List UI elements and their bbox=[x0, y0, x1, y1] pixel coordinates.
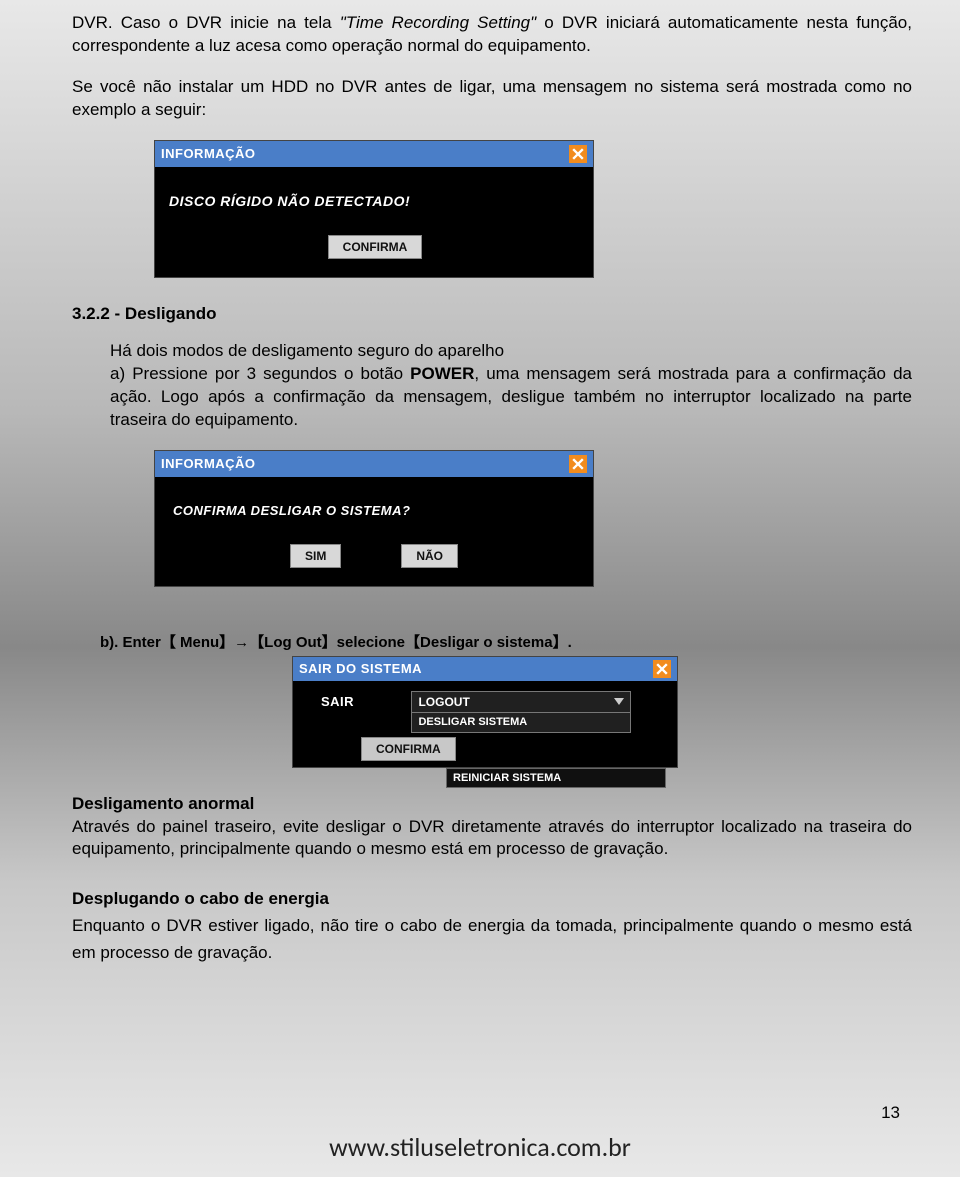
heading-322: 3.2.2 - Desligando bbox=[72, 304, 912, 324]
dialog3-title: SAIR DO SISTEMA bbox=[299, 661, 422, 676]
step-b-text: b). Enter【 Menu】→【Log Out】selecione【Desl… bbox=[100, 631, 912, 652]
desligando-line2-pre: a) Pressione por 3 segundos o botão bbox=[110, 364, 410, 383]
intro-paragraph-2: Se você não instalar um HDD no DVR antes… bbox=[72, 76, 912, 122]
sair-dropdown[interactable]: LOGOUT DESLIGAR SISTEMA bbox=[411, 691, 631, 733]
close-icon[interactable] bbox=[653, 660, 671, 678]
p1-italic: "Time Recording Setting" bbox=[340, 13, 536, 32]
dialog2-body: CONFIRMA DESLIGAR O SISTEMA? SIM NÃO bbox=[155, 477, 593, 586]
desligando-text: Há dois modos de desligamento seguro do … bbox=[110, 340, 912, 432]
dialog2-titlebar: INFORMAÇÃO bbox=[155, 451, 593, 477]
abnormal-heading: Desligamento anormal bbox=[72, 794, 912, 814]
power-word: POWER bbox=[410, 364, 474, 383]
dropdown-option-desligar[interactable]: DESLIGAR SISTEMA bbox=[411, 713, 631, 733]
dialog2-title: INFORMAÇÃO bbox=[161, 456, 256, 471]
close-icon[interactable] bbox=[569, 455, 587, 473]
page-number: 13 bbox=[881, 1103, 900, 1123]
chevron-down-icon bbox=[614, 695, 624, 709]
confirm-button[interactable]: CONFIRMA bbox=[361, 737, 456, 761]
no-button[interactable]: NÃO bbox=[401, 544, 458, 568]
unplug-body: Enquanto o DVR estiver ligado, não tire … bbox=[72, 913, 912, 966]
dialog-info-hdd: INFORMAÇÃO DISCO RÍGIDO NÃO DETECTADO! C… bbox=[154, 140, 594, 278]
footer-url: www.stiluseletronica.com.br bbox=[0, 1131, 960, 1163]
dialog1-title: INFORMAÇÃO bbox=[161, 146, 256, 161]
dialog-sair-sistema: SAIR DO SISTEMA SAIR LOGOUT bbox=[292, 656, 678, 768]
dialog1-titlebar: INFORMAÇÃO bbox=[155, 141, 593, 167]
dialog1-message: DISCO RÍGIDO NÃO DETECTADO! bbox=[169, 193, 581, 209]
dialog1-body: DISCO RÍGIDO NÃO DETECTADO! CONFIRMA bbox=[155, 167, 593, 277]
intro-paragraph-1: DVR. Caso o DVR inicie na tela "Time Rec… bbox=[72, 12, 912, 58]
dropdown-option-reiniciar[interactable]: REINICIAR SISTEMA bbox=[446, 768, 666, 788]
abnormal-body: Através do painel traseiro, evite deslig… bbox=[72, 816, 912, 862]
dialog3-titlebar: SAIR DO SISTEMA bbox=[293, 657, 677, 681]
unplug-heading: Desplugando o cabo de energia bbox=[72, 889, 912, 909]
yes-button[interactable]: SIM bbox=[290, 544, 341, 568]
desligando-line1: Há dois modos de desligamento seguro do … bbox=[110, 341, 504, 360]
close-icon[interactable] bbox=[569, 145, 587, 163]
dialog-confirm-shutdown: INFORMAÇÃO CONFIRMA DESLIGAR O SISTEMA? … bbox=[154, 450, 594, 587]
dropdown-selected: LOGOUT bbox=[418, 695, 469, 709]
dialog3-body: SAIR LOGOUT DESLIGAR SISTEMA CONFIRMA bbox=[293, 681, 677, 767]
p1-prefix: DVR. Caso o DVR inicie na tela bbox=[72, 13, 340, 32]
sair-label: SAIR bbox=[321, 694, 407, 709]
confirm-button[interactable]: CONFIRMA bbox=[328, 235, 423, 259]
dialog2-message: CONFIRMA DESLIGAR O SISTEMA? bbox=[173, 503, 575, 518]
